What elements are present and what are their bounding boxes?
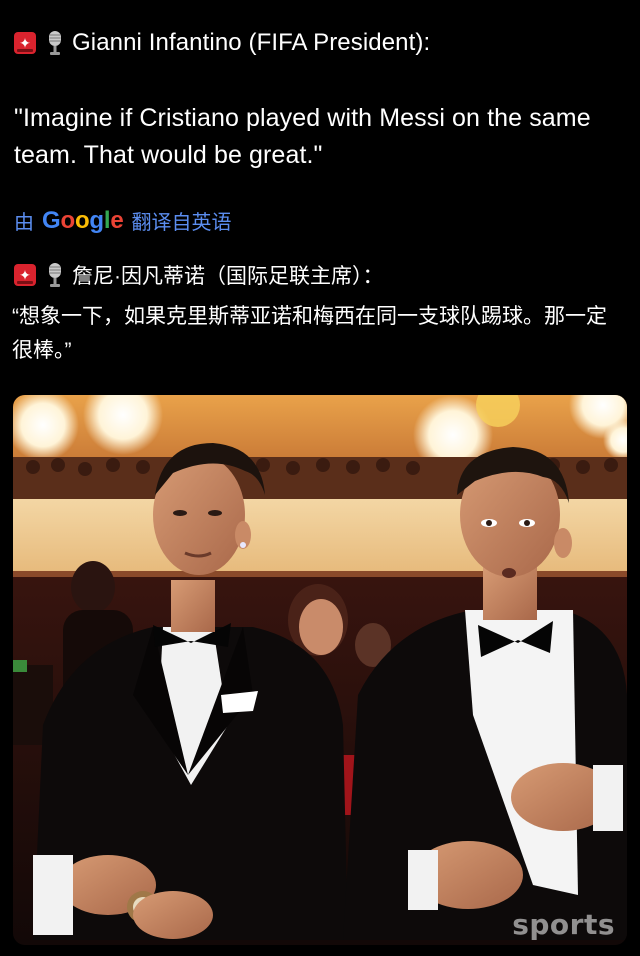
police-siren-icon: ✦ <box>14 32 36 54</box>
translated-header: ✦ 詹尼·因凡蒂诺（国际足联主席）： <box>14 260 626 290</box>
translation-suffix: 翻译自英语 <box>131 212 232 234</box>
police-siren-icon: ✦ <box>14 264 36 286</box>
microphone-icon <box>44 262 66 288</box>
speaker-name: Gianni Infantino (FIFA President): <box>72 29 431 56</box>
translated-speaker-name: 詹尼·因凡蒂诺（国际足联主席）： <box>72 265 384 288</box>
post-photo[interactable]: sports <box>13 395 627 945</box>
google-logo: Google <box>42 206 124 234</box>
photo-watermark: sports <box>512 908 615 941</box>
post-header: ✦ Gianni Infantino (FIFA President): <box>14 29 626 57</box>
english-quote: "Imagine if Cristiano played with Messi … <box>14 104 591 169</box>
translation-attribution[interactable]: 由 Google 翻译自英语 <box>14 206 232 235</box>
photo-illustration <box>13 395 627 945</box>
microphone-icon <box>44 30 66 56</box>
translation-prefix: 由 <box>14 212 34 234</box>
translated-quote: “想象一下，如果克里斯蒂亚诺和梅西在同一支球队踢球。那一定很棒。” <box>12 305 607 362</box>
